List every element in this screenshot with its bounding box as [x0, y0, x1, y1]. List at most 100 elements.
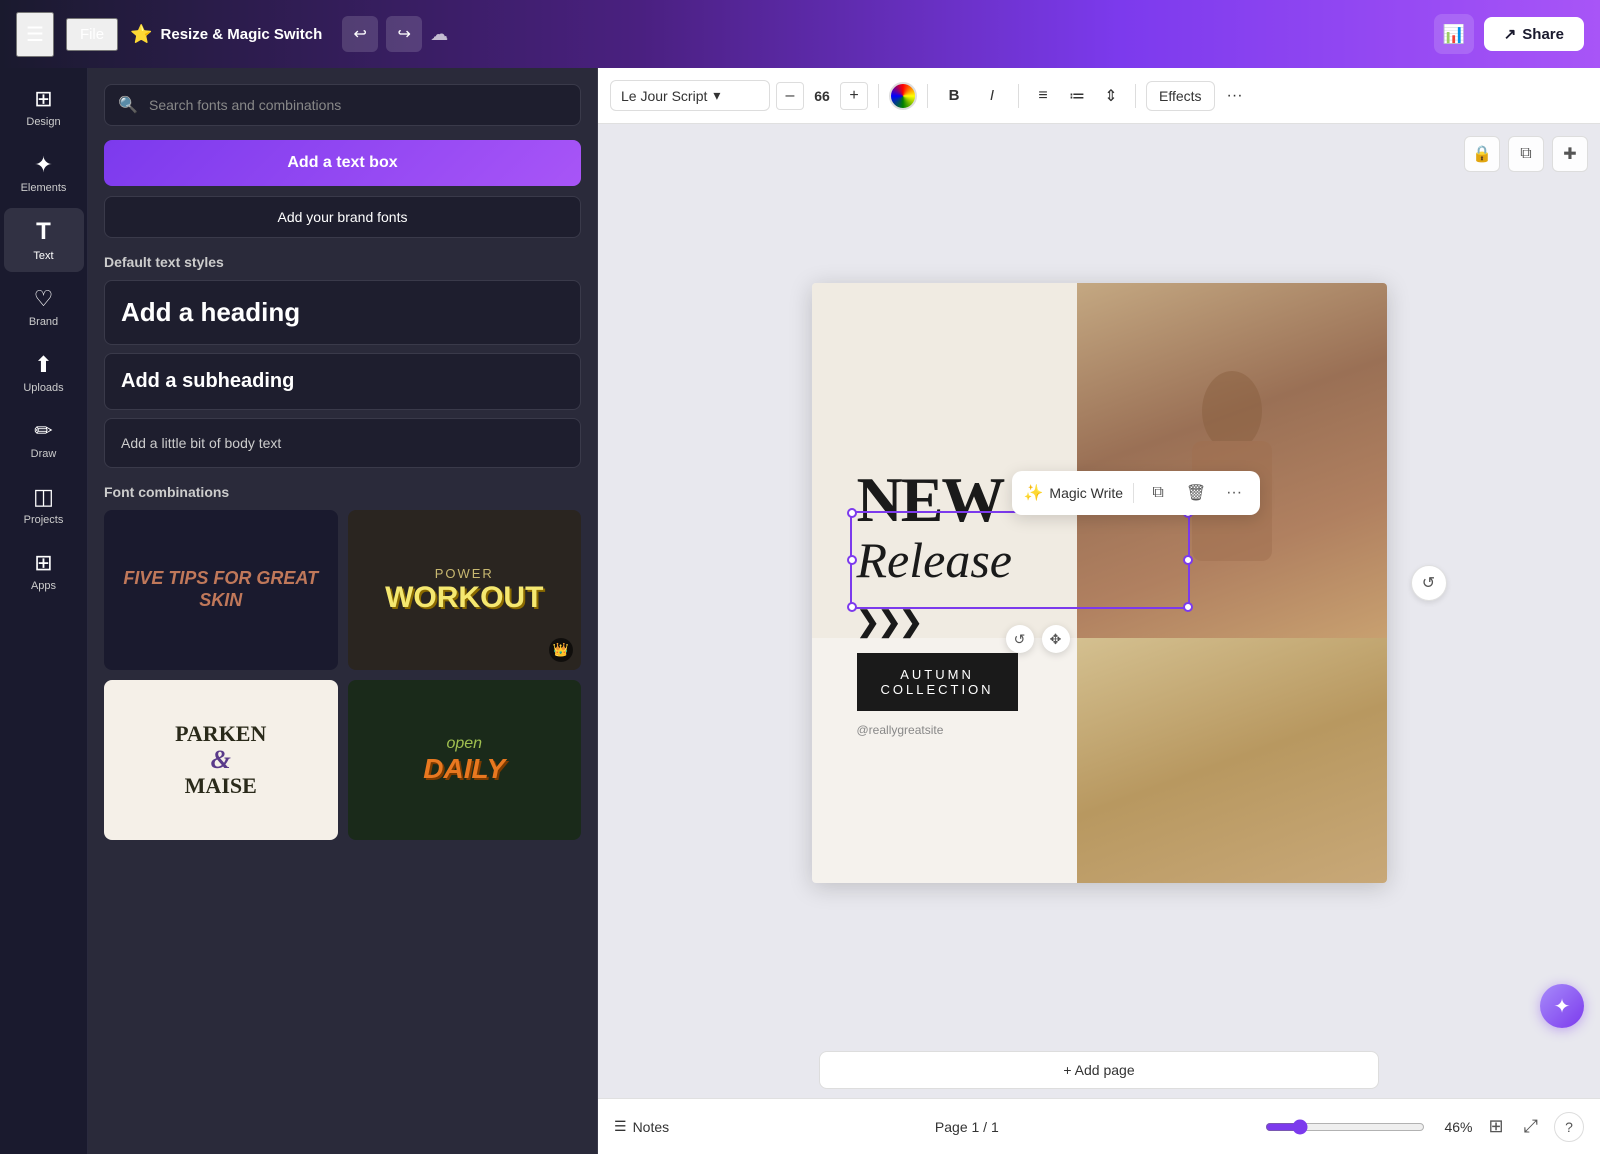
sidebar-item-projects[interactable]: ◫ Projects — [4, 474, 84, 536]
font-size-decrease-button[interactable]: – — [776, 82, 804, 110]
magic-write-label: Magic Write — [1049, 485, 1123, 501]
format-divider-3 — [1018, 84, 1019, 108]
canvas-scroll: NEW Release ↺ ✥ — [598, 124, 1600, 1042]
document-title: Resize & Magic Switch — [161, 26, 323, 43]
undo-button[interactable]: ↩ — [342, 16, 378, 52]
add-text-box-button[interactable]: Add a text box — [104, 140, 581, 186]
sidebar-label-draw: Draw — [31, 448, 57, 460]
crown-emoji: ⭐ — [130, 24, 152, 45]
canvas-release-text: Release — [857, 531, 1012, 589]
list-button[interactable]: ≔ — [1063, 82, 1091, 110]
sidebar-item-design[interactable]: ⊞ Design — [4, 76, 84, 138]
font-size-increase-button[interactable]: + — [840, 82, 868, 110]
bold-button[interactable]: B — [938, 82, 970, 110]
format-divider-1 — [878, 84, 879, 108]
search-icon: 🔍 — [118, 95, 138, 115]
notes-button[interactable]: ☰ Notes — [614, 1118, 669, 1135]
canvas-top-controls: 🔒 ⧉ ✚ — [1464, 136, 1588, 172]
font-size-value: 66 — [808, 88, 836, 104]
font-name-label: Le Jour Script — [621, 88, 707, 104]
format-bar: Le Jour Script ▾ – 66 + B I ≡ ≔ ⇕ Effect… — [598, 68, 1600, 124]
add-subheading-button[interactable]: Add a subheading — [104, 353, 581, 410]
format-divider-2 — [927, 84, 928, 108]
add-body-text-button[interactable]: Add a little bit of body text — [104, 418, 581, 468]
refresh-canvas-button[interactable]: ↺ — [1411, 565, 1447, 601]
canvas-page[interactable]: NEW Release ↺ ✥ — [812, 283, 1387, 883]
add-page-bar: + Add page — [598, 1042, 1600, 1098]
sidebar-label-text: Text — [33, 250, 53, 262]
zoom-value: 46% — [1433, 1119, 1473, 1135]
elements-icon: ✦ — [34, 152, 52, 178]
fullscreen-button[interactable]: ⤢ — [1520, 1112, 1542, 1141]
draw-icon: ✏ — [34, 418, 52, 444]
sidebar-item-elements[interactable]: ✦ Elements — [4, 142, 84, 204]
notes-icon: ☰ — [614, 1118, 627, 1135]
font-combo-card-3[interactable]: PARKEN&MAISE — [104, 680, 338, 840]
page-info: Page 1 / 1 — [681, 1119, 1252, 1135]
sidebar-label-brand: Brand — [29, 316, 58, 328]
delete-button[interactable]: 🗑 — [1182, 479, 1210, 507]
canvas-collection-box: AUTUMN COLLECTION — [857, 653, 1018, 711]
brand-icon: ♡ — [34, 286, 54, 312]
zoom-control: 46% — [1265, 1119, 1473, 1135]
combo4-open: open — [423, 735, 505, 753]
share-button[interactable]: ↗ Share — [1484, 17, 1584, 51]
file-menu[interactable]: File — [66, 18, 118, 51]
add-button[interactable]: ✚ — [1552, 136, 1588, 172]
text-icon: T — [36, 218, 51, 246]
canvas-area: 🔒 ⧉ ✚ — [598, 124, 1600, 1098]
duplicate-button[interactable]: ⧉ — [1508, 136, 1544, 172]
lock-button[interactable]: 🔒 — [1464, 136, 1500, 172]
sidebar-item-draw[interactable]: ✏ Draw — [4, 408, 84, 470]
combo1-text: FIVE TIPS FOR GREAT SKIN — [104, 558, 338, 621]
analytics-button[interactable]: 📊 — [1434, 14, 1474, 54]
combo2-power: POWER — [385, 566, 543, 581]
text-color-button[interactable] — [889, 82, 917, 110]
grid-view-button[interactable]: ⊞ — [1485, 1112, 1508, 1141]
sidebar-label-apps: Apps — [31, 580, 56, 592]
text-spacing-button[interactable]: ⇕ — [1097, 82, 1125, 110]
redo-button[interactable]: ↪ — [386, 16, 422, 52]
search-box: 🔍 — [104, 84, 581, 126]
add-heading-button[interactable]: Add a heading — [104, 280, 581, 345]
menu-icon[interactable]: ☰ — [16, 12, 54, 57]
copy-button[interactable]: ⧉ — [1144, 479, 1172, 507]
sidebar-item-uploads[interactable]: ⬆ Uploads — [4, 342, 84, 404]
collection-label: COLLECTION — [881, 682, 994, 697]
italic-button[interactable]: I — [976, 82, 1008, 110]
magic-write-tooltip: ✨ Magic Write ⧉ 🗑 ··· — [1012, 471, 1261, 515]
icon-sidebar: ⊞ Design ✦ Elements T Text ♡ Brand ⬆ Upl… — [0, 68, 88, 1154]
ai-button[interactable]: ✦ — [1540, 984, 1584, 1028]
sidebar-item-apps[interactable]: ⊞ Apps — [4, 540, 84, 602]
combo2-workout: WORKOUT — [385, 581, 543, 615]
chevron-down-icon: ▾ — [713, 87, 720, 104]
more-options-button[interactable]: ··· — [1221, 81, 1249, 111]
font-combo-card-2[interactable]: POWER WORKOUT 👑 — [348, 510, 582, 670]
canvas-handle-text: @reallygreatsite — [857, 723, 944, 737]
effects-button[interactable]: Effects — [1146, 81, 1215, 111]
sidebar-item-brand[interactable]: ♡ Brand — [4, 276, 84, 338]
cloud-save-icon: ☁ — [430, 24, 448, 45]
add-brand-fonts-button[interactable]: Add your brand fonts — [104, 196, 581, 238]
font-size-control: – 66 + — [776, 82, 868, 110]
editor-area: Le Jour Script ▾ – 66 + B I ≡ ≔ ⇕ Effect… — [598, 68, 1600, 1154]
add-page-button[interactable]: + Add page — [819, 1051, 1379, 1089]
font-combinations-grid: FIVE TIPS FOR GREAT SKIN POWER WORKOUT 👑… — [104, 510, 581, 840]
magic-write-item[interactable]: ✨ Magic Write — [1024, 483, 1124, 503]
font-combo-card-4[interactable]: open DAILY — [348, 680, 582, 840]
more-tooltip-button[interactable]: ··· — [1220, 479, 1248, 507]
autumn-label: AUTUMN — [881, 667, 994, 682]
search-input[interactable] — [104, 84, 581, 126]
notes-label: Notes — [633, 1119, 670, 1135]
sidebar-label-uploads: Uploads — [23, 382, 63, 394]
align-left-button[interactable]: ≡ — [1029, 82, 1057, 110]
sidebar-item-text[interactable]: T Text — [4, 208, 84, 272]
zoom-slider[interactable] — [1265, 1119, 1425, 1135]
canvas-new-text: NEW — [857, 468, 1004, 532]
font-selector[interactable]: Le Jour Script ▾ — [610, 80, 770, 111]
sidebar-label-design: Design — [26, 116, 60, 128]
sidebar-label-projects: Projects — [24, 514, 64, 526]
photo-top-right — [1077, 283, 1387, 638]
help-button[interactable]: ? — [1554, 1112, 1584, 1142]
font-combo-card-1[interactable]: FIVE TIPS FOR GREAT SKIN — [104, 510, 338, 670]
